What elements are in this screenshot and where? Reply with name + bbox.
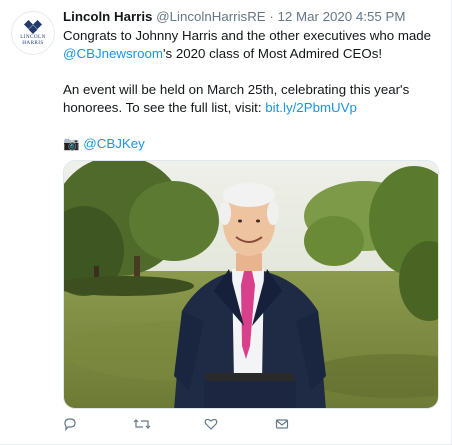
lincoln-harris-logo-icon	[24, 20, 42, 34]
paragraph-1-text-a: Congrats to Johnny Harris and the other …	[63, 28, 432, 43]
bitly-link[interactable]: bit.ly/2PbmUVp	[265, 100, 357, 115]
tweet-paragraph-3: 📷 @CBJKey	[63, 135, 441, 153]
tweet-paragraph-2: An event will be held on March 25th, cel…	[63, 81, 441, 117]
direct-message-button[interactable]	[275, 417, 295, 435]
retweet-icon	[133, 419, 151, 429]
avatar-logo-text-line2: HARRIS	[22, 40, 44, 46]
avatar[interactable]: LINCOLN HARRIS	[11, 11, 55, 55]
tweet-header: Lincoln Harris @LincolnHarrisRE · 12 Mar…	[63, 8, 441, 26]
reply-button[interactable]	[63, 417, 83, 435]
tweet-paragraph-1: Congrats to Johnny Harris and the other …	[63, 27, 441, 63]
tweet-photo[interactable]	[63, 160, 439, 409]
camera-icon: 📷	[63, 136, 80, 151]
mention-cbjkey-link[interactable]: @CBJKey	[83, 136, 145, 151]
retweet-button[interactable]	[133, 417, 153, 435]
paragraph-2-text: An event will be held on March 25th, cel…	[63, 82, 410, 115]
heart-icon	[204, 418, 218, 430]
reply-icon	[64, 418, 76, 431]
like-button[interactable]	[204, 417, 224, 435]
tweet-actions	[63, 417, 293, 437]
header-separator: ·	[269, 9, 274, 24]
tweet-timestamp[interactable]: 12 Mar 2020 4:55 PM	[278, 9, 406, 24]
tweet-text: Congrats to Johnny Harris and the other …	[63, 27, 441, 153]
tweet-content: Lincoln Harris @LincolnHarrisRE · 12 Mar…	[63, 8, 441, 171]
mention-cbjnewsroom-link[interactable]: @CBJnewsroom	[63, 46, 163, 61]
envelope-icon	[275, 419, 289, 429]
paragraph-1-text-b: 's 2020 class of Most Admired CEOs!	[162, 46, 383, 61]
photo-man-in-park-image	[64, 161, 438, 408]
author-name[interactable]: Lincoln Harris	[63, 9, 152, 24]
author-handle[interactable]: @LincolnHarrisRE	[156, 9, 266, 24]
tweet-card[interactable]: LINCOLN HARRIS Lincoln Harris @LincolnHa…	[0, 0, 452, 445]
